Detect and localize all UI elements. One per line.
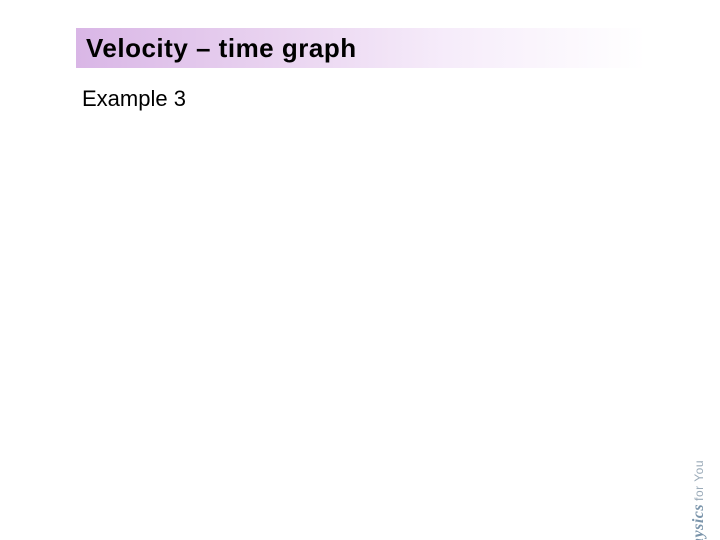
- slide-subtitle: Example 3: [82, 86, 186, 112]
- slide: Velocity – time graph Example 3 Physics f…: [0, 0, 720, 540]
- brand-suffix: for You: [692, 460, 706, 501]
- brand-main: Physics: [690, 504, 707, 540]
- slide-title: Velocity – time graph: [86, 33, 357, 64]
- title-bar: Velocity – time graph: [76, 28, 646, 68]
- brand-logo: Physics for You: [690, 460, 708, 540]
